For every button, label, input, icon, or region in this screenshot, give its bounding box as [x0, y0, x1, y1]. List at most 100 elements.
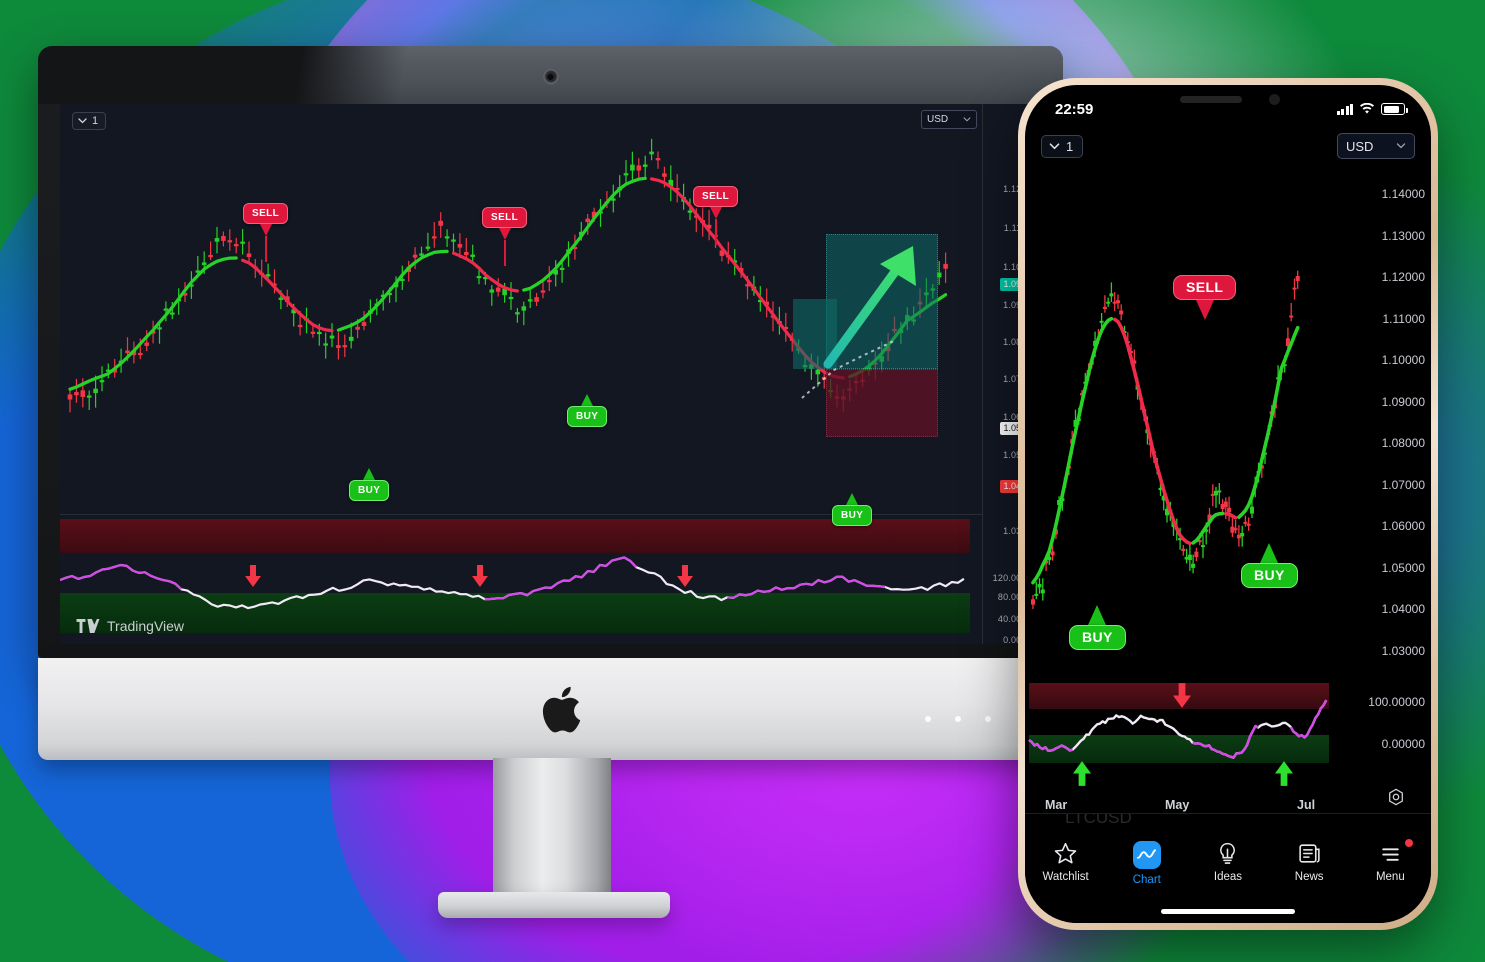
- phone-price-axis-tick: 1.06000: [1381, 519, 1425, 533]
- marker-stem: [714, 219, 717, 245]
- phone-time-tick: Mar: [1045, 798, 1068, 812]
- webcam-icon: [542, 68, 559, 85]
- iphone-device: 22:59 1 USD 1.14000 1.13000 1.12000 1.11…: [1018, 78, 1438, 930]
- tab-label: Chart: [1132, 874, 1161, 886]
- sell-arrow-down-icon: [677, 565, 693, 587]
- phone-layout-count-label: 1: [1066, 138, 1074, 154]
- phone-indicator-axis-tick: 0.00000: [1381, 737, 1425, 751]
- sell-signal-marker[interactable]: SELL: [243, 203, 289, 262]
- buy-signal-marker[interactable]: BUY: [567, 394, 608, 427]
- phone-buy-arrow-up-icon: [1073, 761, 1091, 786]
- phone-time-axis[interactable]: Mar May Jul: [1025, 785, 1431, 812]
- desktop-tradingview-chart[interactable]: 1.120001.110001.100001.090001.080001.070…: [60, 104, 1041, 644]
- phone-price-axis-tick: 1.11000: [1382, 311, 1426, 326]
- imac-top-bezel: [38, 46, 1063, 104]
- desktop-layout-control[interactable]: 1: [72, 112, 107, 130]
- desktop-indicator-pane[interactable]: [60, 515, 982, 644]
- momentum-line-svg: [60, 556, 965, 610]
- buy-signal-marker[interactable]: BUY: [832, 493, 873, 526]
- screenshot-stage: 1.12000 1.11000 1.10000 1.09000 1.08000 1.070…: [0, 0, 1485, 962]
- phone-price-axis-tick: 1.05000: [1381, 560, 1425, 575]
- tab-news[interactable]: News: [1274, 841, 1344, 883]
- phone-price-axis-tick: 1.10000: [1381, 353, 1425, 367]
- buy-signal-marker[interactable]: BUY: [349, 468, 390, 501]
- apple-logo-icon: [542, 686, 581, 733]
- phone-price-axis-tick: 1.08000: [1381, 436, 1425, 450]
- marker-pointer: [581, 394, 594, 406]
- signal-label: BUY: [1241, 563, 1298, 588]
- tab-menu[interactable]: Menu: [1355, 839, 1425, 883]
- phone-indicator-pane[interactable]: 100.00000 0.00000: [1025, 675, 1431, 786]
- phone-time-tick: Jul: [1297, 798, 1316, 812]
- phone-sell-signal-marker[interactable]: SELL: [1173, 275, 1237, 320]
- chevron-down-icon: [1049, 142, 1060, 149]
- signal-label: BUY: [349, 480, 390, 501]
- chin-indicator-dots: [925, 716, 991, 722]
- tradingview-logo-icon: [76, 619, 100, 633]
- imac-device: 1.120001.110001.100001.090001.080001.070…: [38, 46, 1063, 918]
- wifi-icon: [1360, 103, 1374, 114]
- sell-arrow-down-icon: [245, 565, 261, 587]
- front-camera-icon: [1269, 94, 1280, 105]
- battery-icon: [1381, 103, 1408, 115]
- signal-label: BUY: [1069, 625, 1126, 650]
- menu-notification-badge: [1405, 839, 1414, 847]
- phone-candles-svg: [1031, 270, 1300, 610]
- signal-label: SELL: [243, 203, 289, 224]
- phone-buy-signal-marker[interactable]: BUY: [1069, 605, 1126, 650]
- phone-layout-control[interactable]: 1: [1041, 134, 1084, 158]
- chart-line-icon: [1132, 841, 1161, 869]
- marker-pointer: [709, 207, 722, 219]
- phone-currency-select[interactable]: USD: [1337, 133, 1415, 159]
- iphone-chart-toolbar: 1 USD: [1025, 129, 1431, 163]
- tab-label: Watchlist: [1042, 871, 1089, 883]
- marker-pointer: [1195, 300, 1214, 320]
- star-icon: [1054, 842, 1077, 864]
- phone-price-axis-tick: 1.04000: [1381, 602, 1425, 616]
- phone-price-axis-tick: 1.09000: [1381, 394, 1425, 409]
- projection-dotted-path: [801, 339, 897, 399]
- earpiece-speaker: [1180, 96, 1242, 103]
- phone-buy-signal-marker[interactable]: BUY: [1241, 543, 1298, 588]
- imac-chin: [38, 658, 1063, 760]
- phone-time-tick: May: [1165, 798, 1190, 812]
- signal-label: SELL: [1173, 275, 1237, 300]
- imac-screen-body: 1.120001.110001.100001.090001.080001.070…: [38, 46, 1063, 658]
- tab-label: Menu: [1375, 871, 1405, 883]
- tab-chart[interactable]: Chart: [1112, 841, 1182, 886]
- phone-price-axis[interactable]: 1.14000 1.13000 1.12000 1.11000 1.10000 1.090…: [1347, 163, 1431, 673]
- symbol-ghost-above[interactable]: LTCUSD: [1065, 814, 1132, 828]
- phone-price-axis-tick: 1.14000: [1381, 187, 1425, 201]
- phone-indicator-axis-tick: 100.00000: [1368, 695, 1425, 709]
- tradingview-watermark: TradingView: [76, 618, 184, 634]
- marker-stem: [264, 236, 267, 262]
- settings-gear-icon[interactable]: [1387, 788, 1405, 806]
- sell-signal-marker[interactable]: SELL: [693, 186, 739, 245]
- hamburger-menu-icon: [1382, 848, 1399, 861]
- phone-price-axis-tick: 1.12000: [1381, 270, 1425, 284]
- tab-ideas[interactable]: Ideas: [1193, 841, 1263, 883]
- layout-count-label: 1: [92, 115, 99, 127]
- chevron-down-icon: [78, 118, 87, 124]
- desktop-price-pane[interactable]: [60, 104, 982, 514]
- phone-tab-bar[interactable]: Watchlist Chart Ideas News Menu: [1025, 831, 1431, 923]
- iphone-screen[interactable]: 22:59 1 USD 1.14000 1.13000 1.12000 1.11…: [1025, 85, 1431, 923]
- home-indicator[interactable]: [1161, 909, 1295, 914]
- tab-label: Ideas: [1213, 871, 1243, 883]
- status-time: 22:59: [1055, 100, 1094, 118]
- phone-price-axis-tick: 1.13000: [1381, 228, 1425, 243]
- sell-signal-marker[interactable]: SELL: [482, 207, 528, 266]
- desktop-currency-select[interactable]: USD: [921, 110, 977, 129]
- marker-pointer: [363, 468, 376, 480]
- signal-label: BUY: [567, 406, 608, 427]
- currency-value: USD: [927, 114, 949, 125]
- marker-pointer: [1088, 605, 1107, 625]
- imac-display: 1.120001.110001.100001.090001.080001.070…: [60, 104, 1041, 644]
- marker-stem: [503, 240, 506, 266]
- phone-price-axis-tick: 1.07000: [1381, 477, 1425, 492]
- imac-stand-foot: [438, 892, 670, 918]
- signal-label: SELL: [693, 186, 739, 207]
- phone-buy-arrow-up-icon: [1275, 761, 1293, 786]
- phone-price-pane[interactable]: 1.14000 1.13000 1.12000 1.11000 1.10000 1.090…: [1025, 163, 1431, 673]
- tab-watchlist[interactable]: Watchlist: [1031, 841, 1101, 883]
